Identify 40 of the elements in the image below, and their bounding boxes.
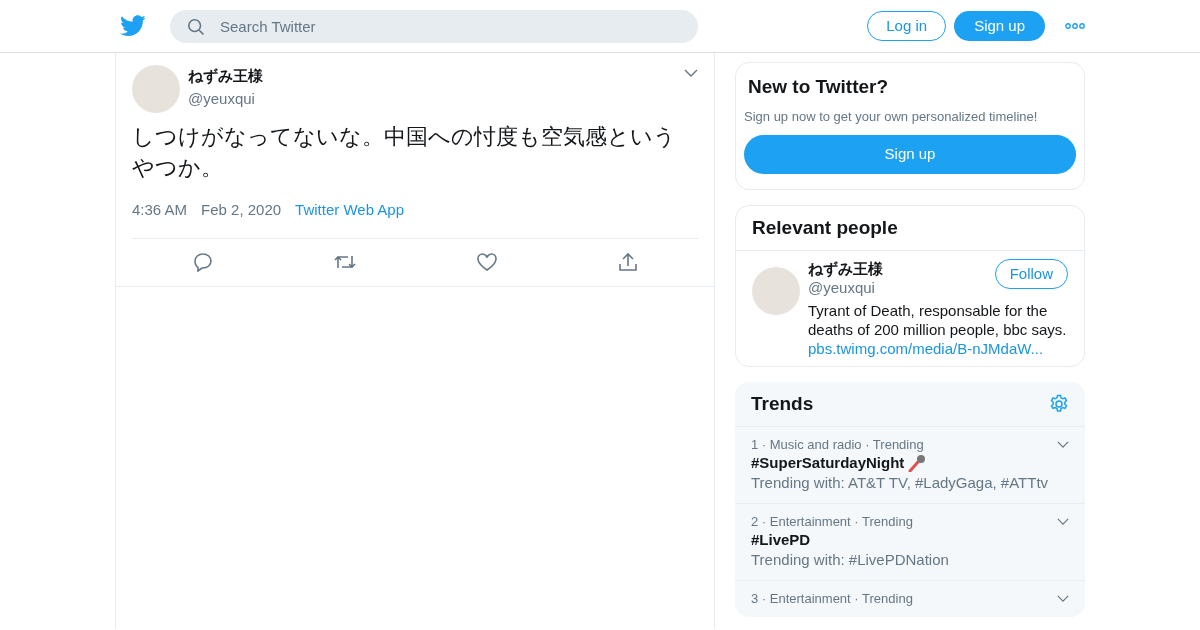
card-title: Trends bbox=[751, 391, 814, 416]
trend-meta: 1 · Music and radio · Trending bbox=[751, 436, 924, 453]
tweet-time[interactable]: 4:36 AM bbox=[132, 199, 188, 222]
login-button[interactable]: Log in bbox=[867, 11, 947, 41]
trend-context: Trending with: #LivePDNation bbox=[751, 549, 950, 570]
trend-item[interactable]: 3 · Entertainment · Trending bbox=[735, 579, 1085, 617]
trend-name: #LivePD bbox=[751, 529, 811, 550]
card-title: Relevant people bbox=[751, 215, 899, 240]
bird-logo-icon[interactable] bbox=[120, 15, 146, 37]
user-name[interactable]: ねずみ王様 bbox=[188, 65, 684, 88]
share-icon[interactable] bbox=[617, 252, 638, 272]
settings-icon[interactable] bbox=[1049, 393, 1069, 414]
signup-button[interactable]: Sign up bbox=[744, 134, 1076, 174]
chevron-down-icon[interactable] bbox=[684, 69, 698, 77]
signup-button[interactable]: Sign up bbox=[954, 11, 1045, 41]
trend-meta: 2 · Entertainment · Trending bbox=[751, 513, 913, 530]
signup-prompt: Sign up now to get your own personalized timeline! bbox=[744, 108, 1039, 126]
heart-icon[interactable] bbox=[476, 253, 497, 271]
tweet-date[interactable]: Feb 2, 2020 bbox=[201, 199, 282, 222]
tweet-text: しつけがなってないな。中国への忖度も空気感というやつか。 bbox=[132, 123, 677, 182]
trend-item[interactable]: 1 · Music and radio · Trending #SuperSaturdayNight Trending with: AT&T TV, #LadyGaga, #ATTtv bbox=[735, 425, 1085, 503]
reply-icon[interactable] bbox=[192, 252, 213, 272]
chevron-down-icon[interactable] bbox=[1057, 518, 1069, 525]
user-bio: Tyrant of Death, responsable for the deaths of 200 million people, bbc says. bbox=[808, 300, 1068, 339]
user-name[interactable]: ねずみ王様 bbox=[808, 258, 995, 278]
chevron-down-icon[interactable] bbox=[1057, 595, 1069, 602]
trend-name: #SuperSaturdayNight bbox=[751, 452, 905, 473]
chevron-down-icon[interactable] bbox=[1057, 441, 1069, 448]
user-handle[interactable]: @yeuxqui bbox=[808, 277, 995, 297]
user-handle[interactable]: @yeuxqui bbox=[188, 87, 684, 110]
more-icon[interactable] bbox=[1065, 23, 1085, 29]
bio-link[interactable]: pbs.twimg.com/media/B-nJMdaW... bbox=[808, 338, 1068, 358]
search-icon bbox=[187, 17, 205, 36]
tweet-source-link[interactable]: Twitter Web App bbox=[295, 199, 405, 222]
card-title: New to Twitter? bbox=[747, 75, 890, 99]
trend-item[interactable]: 2 · Entertainment · Trending #LivePD Trending with: #LivePDNation bbox=[735, 502, 1085, 580]
trend-meta: 3 · Entertainment · Trending bbox=[751, 590, 913, 607]
follow-button[interactable]: Follow bbox=[994, 258, 1068, 289]
trend-context: Trending with: AT&T TV, #LadyGaga, #ATTtv bbox=[751, 472, 1050, 493]
search-field[interactable]: Search Twitter bbox=[170, 9, 698, 43]
